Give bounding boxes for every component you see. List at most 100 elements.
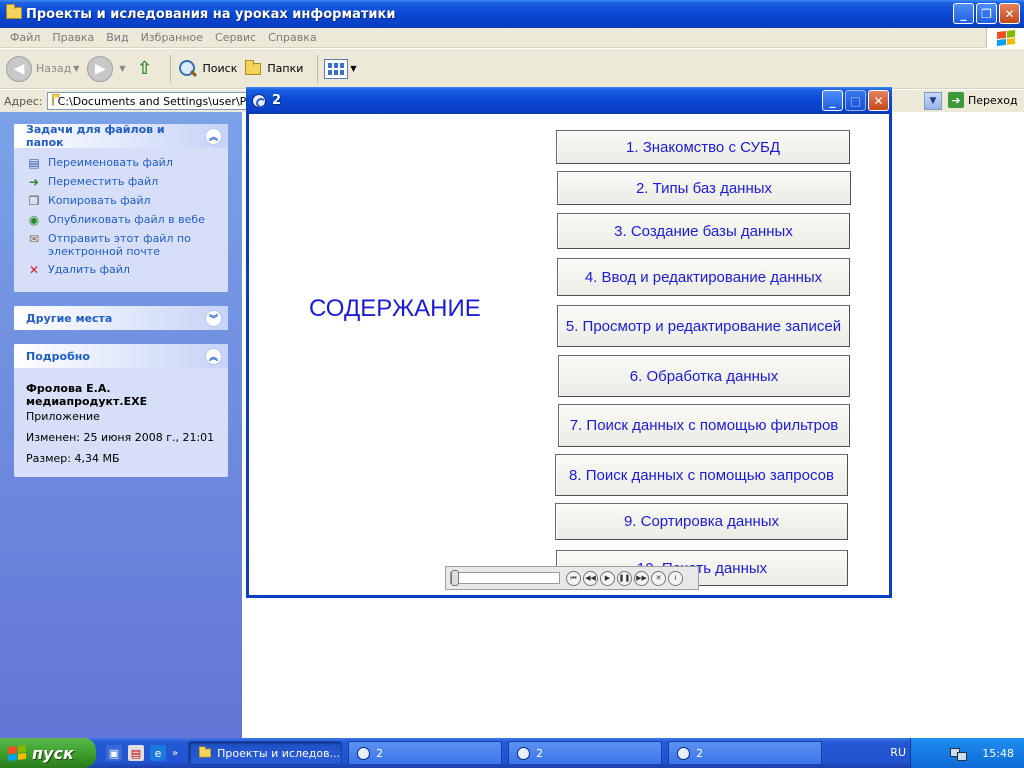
taskbar-item-2c[interactable]: 2 <box>668 741 823 765</box>
copy-icon: ❐ <box>28 193 40 208</box>
language-indicator[interactable]: RU <box>890 746 906 759</box>
taskbar-item-2b[interactable]: 2 <box>508 741 663 765</box>
show-desktop-icon[interactable]: ▣ <box>106 745 122 761</box>
task-delete-file[interactable]: ✕ Удалить файл <box>26 263 218 277</box>
go-button[interactable]: ➔ Переход <box>948 92 1018 108</box>
forward-button[interactable]: ▶ ▼ <box>87 55 126 82</box>
minimize-button[interactable]: _ <box>953 3 974 24</box>
details-body: Фролова Е.А. медиапродукт.EXE Приложение… <box>14 368 228 477</box>
menu-button-7[interactable]: 7. Поиск данных с помощью фильтров <box>558 404 850 447</box>
rewind-icon[interactable]: ◀◀ <box>583 570 598 586</box>
task-email-file[interactable]: ✉ Отправить этот файл по электронной поч… <box>26 232 218 258</box>
views-button[interactable]: ▼ <box>324 58 357 79</box>
window-title: Проекты и иследования на уроках информат… <box>26 6 396 22</box>
office-app-icon[interactable]: ▤ <box>128 745 144 761</box>
detail-type: Приложение <box>26 410 100 423</box>
menu-button-2[interactable]: 2. Типы баз данных <box>557 171 851 205</box>
skip-start-icon[interactable]: ⏮ <box>566 570 581 586</box>
search-label: Поиск <box>202 62 238 75</box>
network-icon[interactable] <box>950 746 968 761</box>
task-copy-file[interactable]: ❐ Копировать файл <box>26 194 218 208</box>
file-tasks-list: ▤ Переименовать файл ➜ Переместить файл … <box>14 148 228 292</box>
up-folder-icon: ⇧ <box>136 58 153 79</box>
back-dropdown-icon[interactable]: ▼ <box>73 64 79 73</box>
start-button[interactable]: пуск <box>0 738 96 768</box>
popup-minimize-button[interactable]: _ <box>822 90 843 111</box>
system-tray: 15:48 <box>910 738 1024 768</box>
taskbar-item-2a[interactable]: 2 <box>348 741 503 765</box>
search-button[interactable]: Поиск <box>177 58 238 80</box>
folder-icon <box>6 4 22 21</box>
quick-launch-more-icon[interactable]: » <box>172 748 178 759</box>
menu-button-9[interactable]: 9. Сортировка данных <box>555 503 848 540</box>
popup-maximize-button[interactable]: □ <box>845 90 866 111</box>
menu-help[interactable]: Справка <box>262 31 322 44</box>
menu-file[interactable]: Файл <box>4 31 46 44</box>
menu-edit[interactable]: Правка <box>46 31 100 44</box>
menu-favorites[interactable]: Избранное <box>135 31 209 44</box>
seek-slider[interactable] <box>450 570 560 586</box>
menu-button-1[interactable]: 1. Знакомство с СУБД <box>556 130 850 164</box>
file-tasks-header[interactable]: Задачи для файлов и папок ︽ <box>14 123 228 149</box>
forward-arrow-icon: ▶ <box>87 55 114 82</box>
address-input[interactable]: C:\Documents and Settings\user\Раб <box>46 92 247 110</box>
windows-logo-icon <box>986 28 1024 48</box>
play-icon[interactable]: ▶ <box>600 570 615 586</box>
menu-button-4[interactable]: 4. Ввод и редактирование данных <box>557 258 850 296</box>
details-title: Подробно <box>26 349 90 363</box>
app-logo-icon <box>357 746 371 760</box>
pause-icon[interactable]: ❚❚ <box>617 570 632 586</box>
popup-close-button[interactable]: ✕ <box>868 90 889 111</box>
close-button[interactable]: ✕ <box>999 3 1020 24</box>
address-label: Адрес: <box>4 94 43 108</box>
address-value: C:\Documents and Settings\user\Раб <box>57 94 247 108</box>
app-logo-icon <box>517 746 531 760</box>
up-folder-button[interactable]: ⇧ <box>134 58 156 80</box>
menu-button-6[interactable]: 6. Обработка данных <box>558 355 850 397</box>
views-dropdown-icon[interactable]: ▼ <box>350 64 356 73</box>
stop-icon[interactable]: ✕ <box>651 570 666 586</box>
taskbar: пуск ▣ ▤ e » Проекты и иследов... 2 2 2 … <box>0 738 1024 768</box>
popup-title: 2 <box>272 93 282 108</box>
menu-button-3[interactable]: 3. Создание базы данных <box>557 213 850 249</box>
forward-icon[interactable]: ▶▶ <box>634 570 649 586</box>
taskbar-item-explorer[interactable]: Проекты и иследов... <box>188 741 343 765</box>
menu-button-5[interactable]: 5. Просмотр и редактирование записей <box>557 305 850 347</box>
other-places-header[interactable]: Другие места ︾ <box>14 306 228 330</box>
collapse-chevron-icon[interactable]: ︽ <box>205 127 222 145</box>
menu-bar: Файл Правка Вид Избранное Сервис Справка <box>0 28 1024 48</box>
publish-web-icon: ◉ <box>28 212 40 227</box>
media-player-controls: ⏮ ◀◀ ▶ ❚❚ ▶▶ ✕ i <box>445 566 699 590</box>
details-header[interactable]: Подробно ︽ <box>14 344 228 368</box>
windows-logo-icon <box>8 745 26 761</box>
task-publish-web[interactable]: ◉ Опубликовать файл в вебе <box>26 213 218 227</box>
popup-title-bar[interactable]: 2 _ □ ✕ <box>246 87 892 114</box>
clock[interactable]: 15:48 <box>982 747 1014 760</box>
menu-button-8[interactable]: 8. Поиск данных с помощью запросов <box>555 454 848 496</box>
file-tasks-panel: Задачи для файлов и папок ︽ ▤ Переименов… <box>14 123 228 292</box>
app-logo-icon <box>252 93 266 108</box>
seek-handle[interactable] <box>451 570 459 586</box>
forward-dropdown-icon[interactable]: ▼ <box>119 64 125 73</box>
menu-view[interactable]: Вид <box>100 31 134 44</box>
toolbar-separator <box>317 54 319 83</box>
menu-tools[interactable]: Сервис <box>209 31 262 44</box>
quick-launch: ▣ ▤ e » <box>106 745 178 761</box>
address-dropdown-icon[interactable]: ▼ <box>924 92 942 110</box>
back-label: Назад <box>36 62 72 75</box>
maximize-button[interactable]: ❐ <box>976 3 997 24</box>
popup-window: 2 _ □ ✕ СОДЕРЖАНИЕ 1. Знакомство с СУБД … <box>246 87 892 598</box>
explorer-title-bar[interactable]: Проекты и иследования на уроках информат… <box>0 0 1024 28</box>
expand-chevron-icon[interactable]: ︾ <box>205 309 222 327</box>
info-icon[interactable]: i <box>668 570 683 586</box>
collapse-chevron-icon[interactable]: ︽ <box>205 347 222 365</box>
email-icon: ✉ <box>28 231 40 246</box>
back-button[interactable]: ◀ Назад ▼ <box>6 55 79 82</box>
task-rename-file[interactable]: ▤ Переименовать файл <box>26 156 218 170</box>
task-move-file[interactable]: ➜ Переместить файл <box>26 175 218 189</box>
detail-name-line2: медиапродукт.EXE <box>26 395 148 408</box>
delete-icon: ✕ <box>28 262 40 277</box>
internet-explorer-icon[interactable]: e <box>150 745 166 761</box>
folder-icon <box>199 746 212 758</box>
folders-button[interactable]: Папки <box>245 59 303 75</box>
